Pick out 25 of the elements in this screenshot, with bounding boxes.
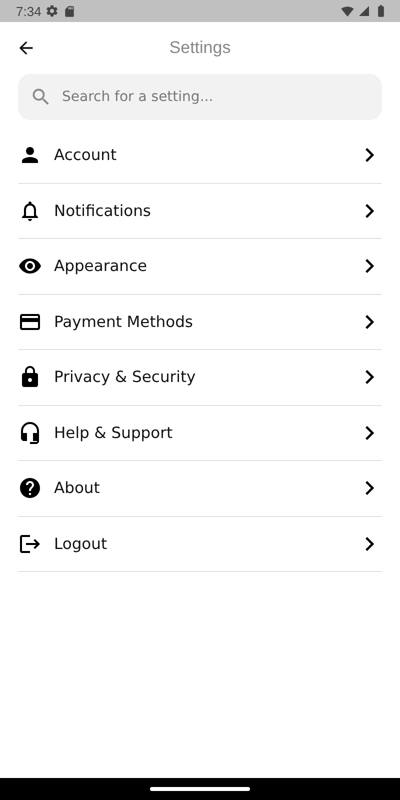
settings-item[interactable]: Appearance (18, 239, 382, 294)
help-icon (18, 476, 42, 500)
headset-icon (18, 420, 42, 445)
signal-icon (358, 5, 370, 17)
settings-item[interactable]: Help & Support (18, 406, 382, 461)
settings-item[interactable]: Account (18, 128, 382, 184)
settings-item[interactable]: Logout (18, 516, 382, 572)
settings-item[interactable]: Privacy & Security (18, 350, 382, 406)
wifi-icon (341, 4, 354, 18)
settings-item[interactable]: Payment Methods (18, 294, 382, 350)
status-time: 7:34 (16, 4, 42, 18)
chevron-icon (365, 370, 374, 384)
chevron-icon (365, 426, 374, 440)
chevron-icon (365, 481, 374, 496)
sd-card-icon (63, 4, 76, 18)
settings-item[interactable]: About (18, 461, 382, 516)
page-title: Settings (169, 38, 231, 58)
chevron-icon (365, 204, 374, 218)
chevron-icon (365, 148, 374, 162)
chevron-icon (365, 536, 374, 551)
settings-item[interactable]: Notifications (18, 184, 382, 239)
gear-icon (45, 4, 60, 18)
chevron-icon (365, 259, 374, 274)
search-field[interactable]: Search for a setting... (18, 74, 382, 120)
chevron-icon (365, 314, 374, 329)
